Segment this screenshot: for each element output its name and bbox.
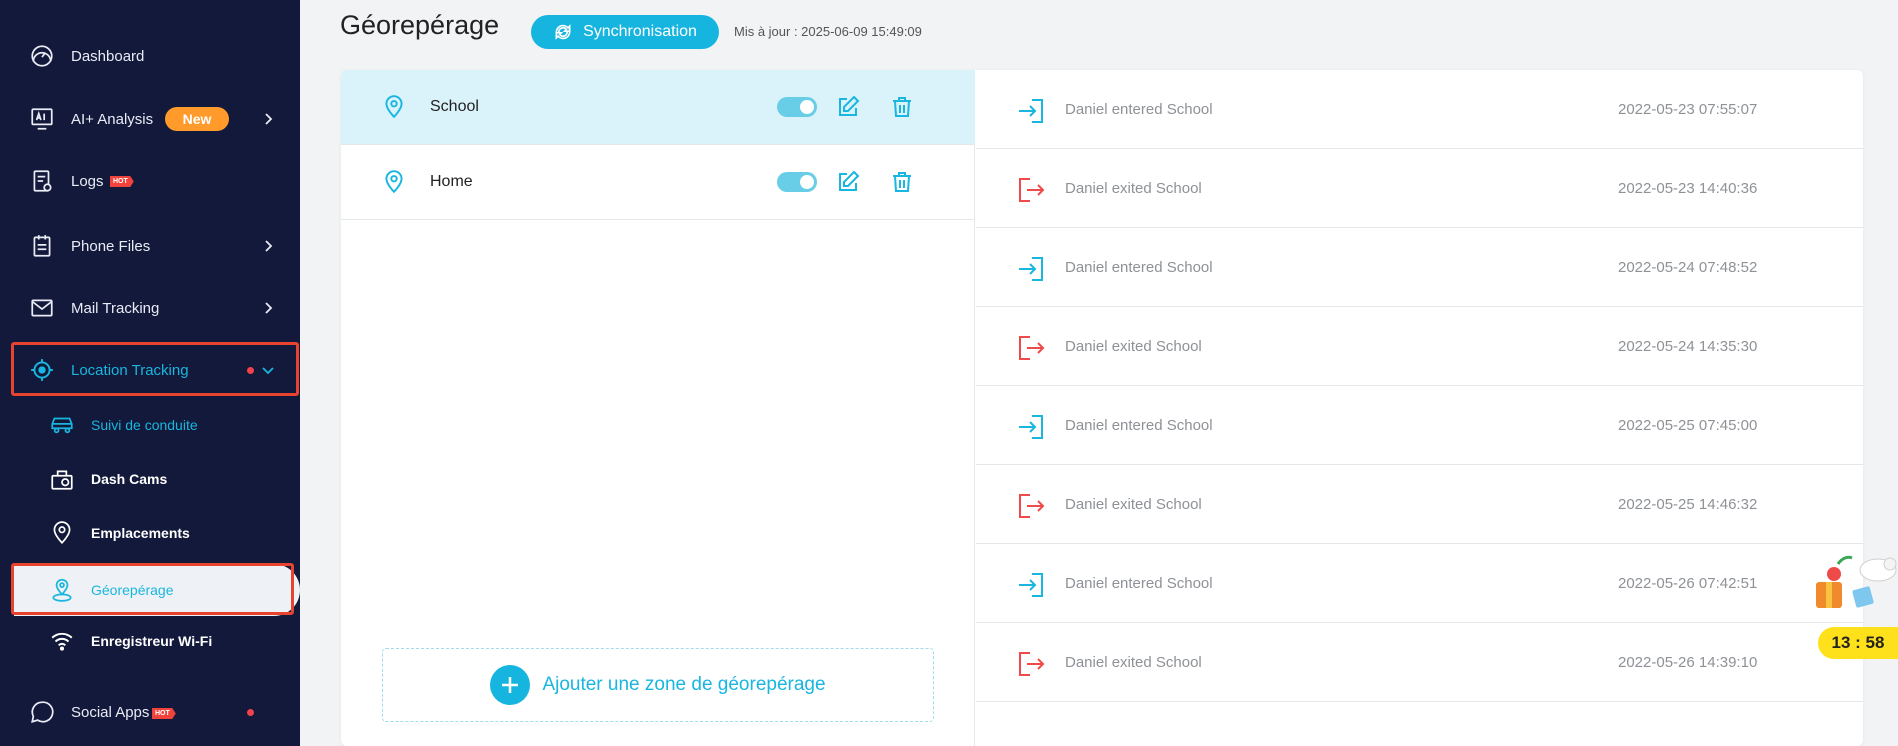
sidebar: Dashboard AI+ Analysis New Logs HOT Phon… xyxy=(0,0,300,746)
event-time: 2022-05-23 14:40:36 xyxy=(1618,180,1758,197)
sidebar-subitem-locations[interactable]: Emplacements xyxy=(0,506,300,560)
logs-icon xyxy=(28,167,56,195)
sidebar-item-dashboard[interactable]: Dashboard xyxy=(0,28,300,84)
event-time: 2022-05-24 14:35:30 xyxy=(1618,338,1758,355)
exit-icon xyxy=(1019,494,1045,518)
sidebar-subitem-label: Emplacements xyxy=(91,525,190,541)
event-row: Daniel exited School 2022-05-26 14:39:10 xyxy=(976,623,1863,702)
new-badge: New xyxy=(165,107,229,131)
event-text: Daniel exited School xyxy=(1065,654,1202,671)
trash-icon[interactable] xyxy=(890,95,914,119)
event-row: Daniel exited School 2022-05-24 14:35:30 xyxy=(976,307,1863,386)
edit-icon[interactable] xyxy=(836,170,860,194)
zone-name: Home xyxy=(430,173,473,190)
plus-icon xyxy=(490,665,531,705)
phone-files-icon xyxy=(28,232,56,260)
trash-icon[interactable] xyxy=(890,170,914,194)
exit-icon xyxy=(1019,652,1045,676)
dashcam-icon xyxy=(48,465,76,493)
last-updated: Mis à jour : 2025-06-09 15:49:09 xyxy=(734,24,922,39)
wifi-icon xyxy=(48,627,76,655)
gift-bird-icon[interactable] xyxy=(1812,548,1898,620)
geofence-card: School Home Ajouter une zone de géorepér… xyxy=(341,70,1863,746)
promo-timer[interactable]: 13 : 58 xyxy=(1818,627,1898,659)
sidebar-item-mail-tracking[interactable]: Mail Tracking xyxy=(0,280,300,336)
zone-list: School Home Ajouter une zone de géorepér… xyxy=(341,70,975,746)
location-pin-icon xyxy=(385,170,403,194)
event-row: Daniel entered School 2022-05-26 07:42:5… xyxy=(976,544,1863,623)
event-text: Daniel entered School xyxy=(1065,575,1213,592)
enter-icon xyxy=(1019,257,1043,281)
sidebar-subitem-dash-cams[interactable]: Dash Cams xyxy=(0,452,300,506)
event-time: 2022-05-25 14:46:32 xyxy=(1618,496,1758,513)
zone-row-home[interactable]: Home xyxy=(341,145,975,220)
mail-icon xyxy=(28,294,56,322)
event-text: Daniel entered School xyxy=(1065,417,1213,434)
event-row: Daniel exited School 2022-05-25 14:46:32 xyxy=(976,465,1863,544)
sidebar-item-label: Mail Tracking xyxy=(71,299,160,317)
chevron-right-icon xyxy=(265,240,273,252)
highlight-location-tracking xyxy=(11,342,299,396)
event-row: Daniel exited School 2022-05-23 14:40:36 xyxy=(976,149,1863,228)
location-pin-icon xyxy=(385,95,403,119)
event-row: Daniel entered School 2022-05-24 07:48:5… xyxy=(976,228,1863,307)
exit-icon xyxy=(1019,336,1045,360)
notification-dot xyxy=(247,709,254,716)
sidebar-subitem-wifi-logger[interactable]: Enregistreur Wi-Fi xyxy=(0,614,300,668)
sync-label: Synchronisation xyxy=(583,23,697,40)
event-text: Daniel entered School xyxy=(1065,101,1213,118)
page-title: Géorepérage xyxy=(340,10,500,40)
chevron-right-icon xyxy=(265,113,273,125)
event-row: Daniel entered School 2022-05-25 07:45:0… xyxy=(976,386,1863,465)
sidebar-item-social-apps[interactable]: Social Apps HOT xyxy=(0,684,300,740)
exit-icon xyxy=(1019,178,1045,202)
sidebar-item-logs[interactable]: Logs HOT xyxy=(0,153,300,209)
sidebar-item-label: Dashboard xyxy=(71,47,145,65)
event-time: 2022-05-24 07:48:52 xyxy=(1618,259,1758,276)
highlight-geofencing xyxy=(11,563,294,615)
event-time: 2022-05-26 07:42:51 xyxy=(1618,575,1758,592)
sync-icon xyxy=(555,24,571,40)
enter-icon xyxy=(1019,415,1043,439)
zone-toggle[interactable] xyxy=(777,172,817,192)
sidebar-subitem-driving[interactable]: Suivi de conduite xyxy=(0,398,300,452)
event-text: Daniel entered School xyxy=(1065,259,1213,276)
location-pin-icon xyxy=(48,519,76,547)
event-text: Daniel exited School xyxy=(1065,496,1202,513)
sidebar-subitem-label: Dash Cams xyxy=(91,471,168,487)
zone-row-school[interactable]: School xyxy=(341,70,975,145)
add-zone-label: Ajouter une zone de géorepérage xyxy=(542,674,826,695)
ai-icon xyxy=(28,105,56,133)
chat-icon xyxy=(28,698,56,726)
event-time: 2022-05-26 14:39:10 xyxy=(1618,654,1758,671)
sidebar-item-label: AI+ Analysis xyxy=(71,110,154,128)
hot-tag: HOT xyxy=(110,176,134,187)
sidebar-item-phone-files[interactable]: Phone Files xyxy=(0,218,300,274)
hot-tag: HOT xyxy=(152,708,176,719)
dashboard-icon xyxy=(28,42,56,70)
sidebar-item-label: Logs xyxy=(71,172,104,190)
car-icon xyxy=(48,411,76,439)
sync-button[interactable]: Synchronisation xyxy=(531,15,719,49)
sidebar-subitem-label: Enregistreur Wi-Fi xyxy=(91,633,213,649)
event-list: Daniel entered School 2022-05-23 07:55:0… xyxy=(976,70,1863,746)
zone-name: School xyxy=(430,98,479,115)
edit-icon[interactable] xyxy=(836,95,860,119)
event-text: Daniel exited School xyxy=(1065,338,1202,355)
event-time: 2022-05-23 07:55:07 xyxy=(1618,101,1758,118)
event-row: Daniel entered School 2022-05-23 07:55:0… xyxy=(976,70,1863,149)
event-time: 2022-05-25 07:45:00 xyxy=(1618,417,1758,434)
sidebar-item-label: Phone Files xyxy=(71,237,151,255)
sidebar-item-label: Social Apps xyxy=(71,703,150,721)
sidebar-subitem-label: Suivi de conduite xyxy=(91,417,198,433)
enter-icon xyxy=(1019,99,1043,123)
event-text: Daniel exited School xyxy=(1065,180,1202,197)
sidebar-item-ai-analysis[interactable]: AI+ Analysis New xyxy=(0,91,300,147)
chevron-right-icon xyxy=(265,302,273,314)
zone-toggle[interactable] xyxy=(777,97,817,117)
enter-icon xyxy=(1019,573,1043,597)
add-zone-button[interactable]: Ajouter une zone de géorepérage xyxy=(382,648,934,722)
